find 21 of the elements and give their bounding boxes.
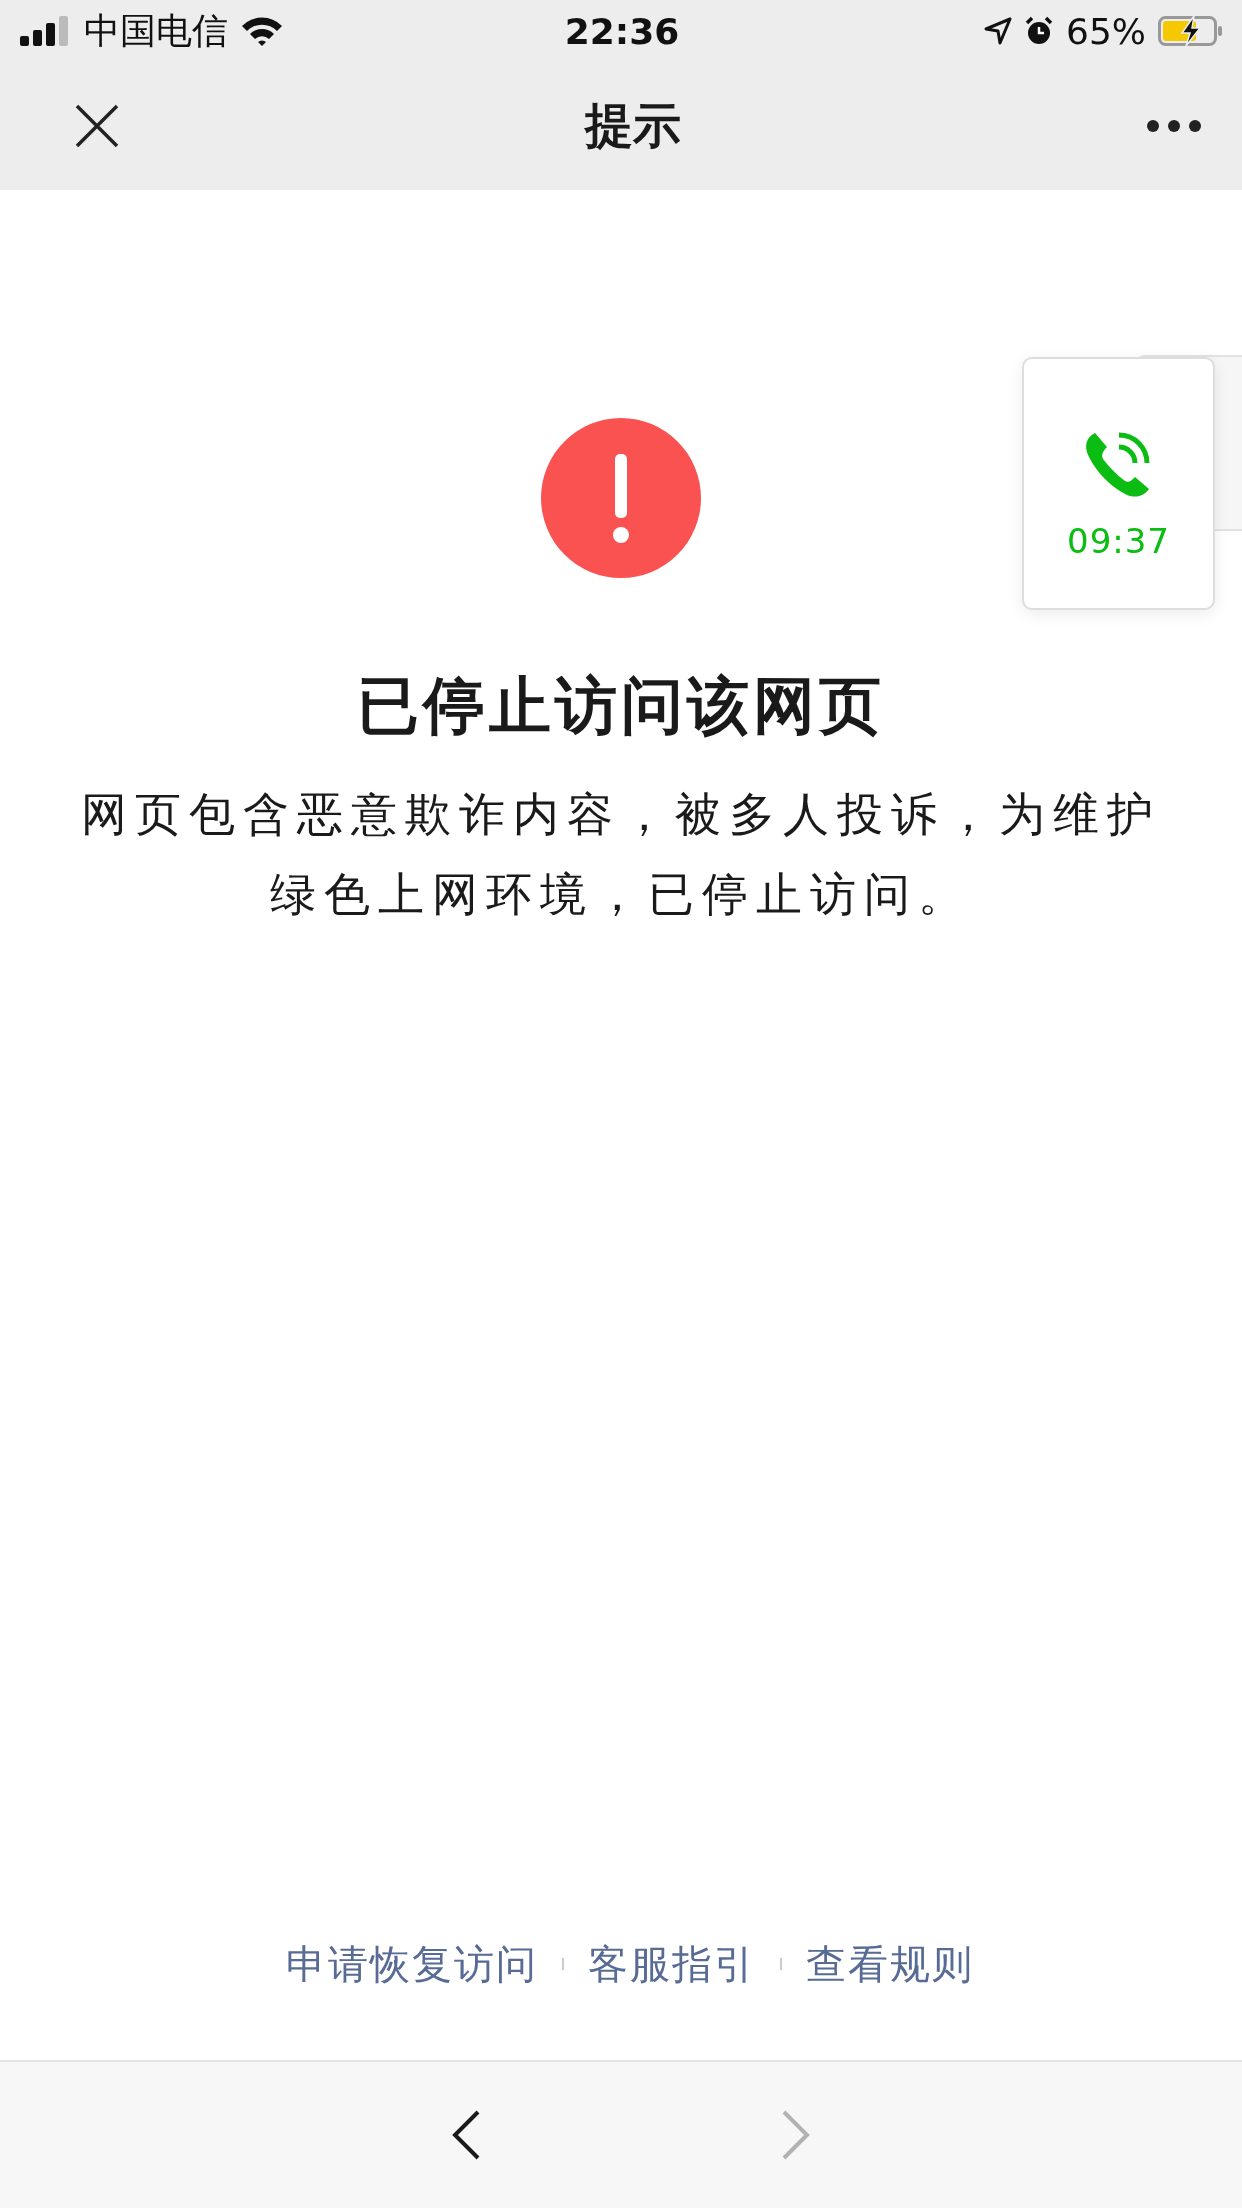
footer-link[interactable]: 申请恢复访问	[286, 1934, 538, 1994]
close-button[interactable]	[74, 103, 120, 149]
clock-time: 22:36	[564, 10, 680, 52]
footer-link[interactable]: 客服指引	[588, 1934, 756, 1994]
notice-message: 网页包含恶意欺诈内容，被多人投诉，为维护绿色上网环境，已停止访问。	[80, 786, 1162, 923]
chevron-left-icon	[451, 2110, 481, 2160]
call-duration: 09:37	[1067, 521, 1170, 561]
close-icon	[74, 103, 120, 149]
location-arrow-icon	[984, 17, 1012, 45]
more-button[interactable]	[1146, 119, 1202, 133]
wifi-icon	[240, 15, 284, 47]
alarm-clock-icon	[1024, 16, 1054, 46]
page-title: 提示	[585, 96, 681, 155]
more-icon	[1146, 119, 1202, 133]
notice-title: 已停止访问该网页	[357, 668, 885, 744]
carrier-name: 中国电信	[84, 8, 228, 53]
footer-link[interactable]: 查看规则	[806, 1934, 974, 1994]
battery-percent: 65%	[1066, 10, 1146, 52]
battery-charging-icon	[1158, 15, 1224, 47]
chevron-right-icon	[781, 2110, 811, 2160]
warning-icon	[541, 418, 701, 578]
